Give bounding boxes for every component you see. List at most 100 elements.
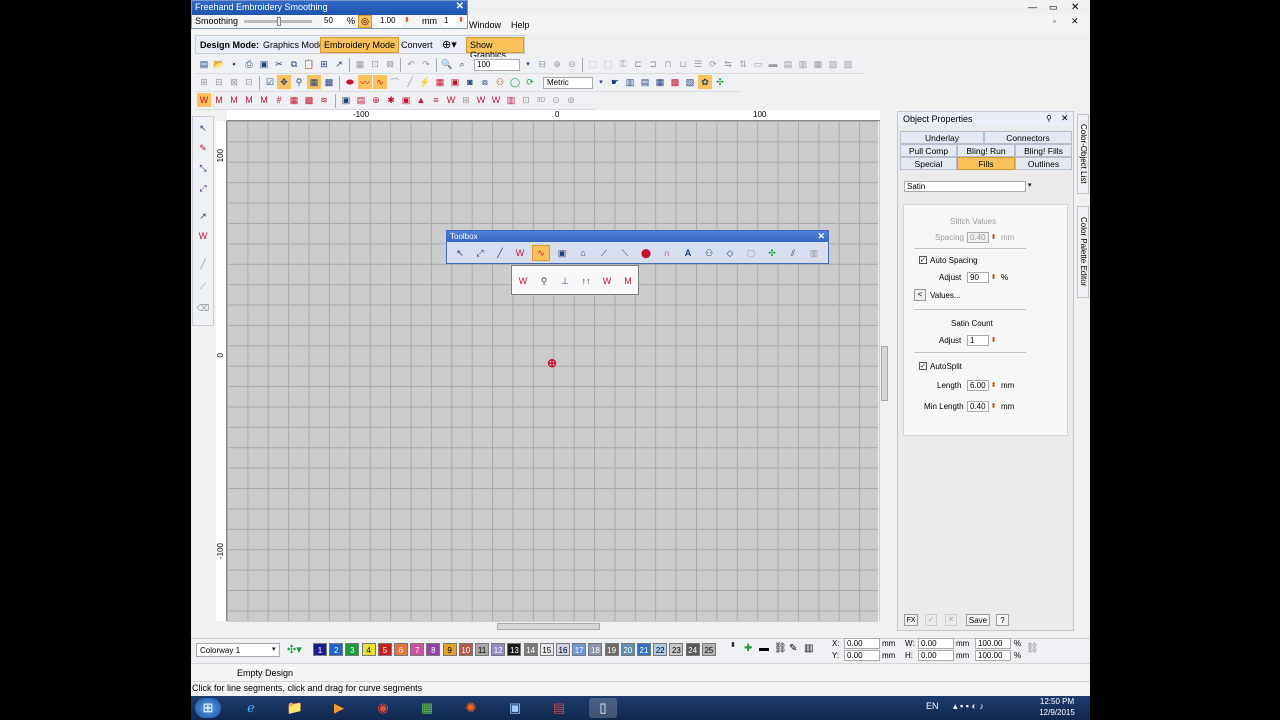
zoom-out-icon[interactable]: ⊖ (565, 57, 579, 71)
ruler-icon[interactable]: ▤ (638, 75, 652, 89)
calculator-icon[interactable]: ▦ (413, 698, 441, 718)
tab-special[interactable]: Special (900, 157, 957, 170)
autosplit-checkbox[interactable]: ✓ (919, 362, 927, 370)
undo-icon[interactable]: ↶ (404, 57, 418, 71)
design-info-icon[interactable]: ⊠ (383, 57, 397, 71)
guide-icon[interactable]: ⊠ (227, 75, 241, 89)
stitch-player-icon[interactable]: ▦ (353, 57, 367, 71)
shape-icon[interactable]: ⌂ (574, 245, 592, 261)
run-freehand-icon[interactable]: ⚲ (535, 274, 553, 288)
order-icon[interactable]: ▬ (766, 57, 780, 71)
prop-12-icon[interactable]: ▥ (504, 93, 518, 107)
spin-icon[interactable]: ⬍ (990, 272, 997, 283)
color-swatch[interactable]: 21 (637, 643, 651, 656)
tab-connectors[interactable]: Connectors (984, 131, 1072, 144)
table-icon[interactable]: ▦ (653, 75, 667, 89)
ie-icon[interactable]: ℯ (237, 698, 265, 718)
color-swatch[interactable]: 20 (620, 643, 635, 656)
tab-bling-run[interactable]: Bling! Run (957, 144, 1015, 157)
values-button[interactable]: Values... (930, 291, 961, 300)
maximize-icon[interactable]: ▭ (1049, 2, 1058, 13)
embroidery-app-icon[interactable]: ▯ (589, 698, 617, 718)
scroll-arrows-icon[interactable]: ⬍ (730, 641, 736, 649)
3d-icon[interactable]: 3D (534, 93, 548, 107)
applique-icon[interactable]: ▣ (448, 75, 462, 89)
color-swatch[interactable]: 24 (685, 643, 700, 656)
print-preview-icon[interactable]: ▣ (257, 57, 271, 71)
circle-icon[interactable]: ◯ (508, 75, 522, 89)
wave-fill-icon[interactable]: ≋ (317, 93, 331, 107)
flip-icon[interactable]: ⇆ (721, 57, 735, 71)
prop-6-icon[interactable]: ▲ (414, 93, 428, 107)
books-icon[interactable]: ▤ (545, 698, 573, 718)
ungroup-icon[interactable]: ⬚ (601, 57, 615, 71)
zoom-icon[interactable]: 🔍 (440, 57, 454, 71)
spin-icon[interactable]: ⬍ (990, 232, 997, 243)
motif-icon[interactable]: M (257, 93, 271, 107)
pen-icon[interactable]: ╱ (491, 245, 509, 261)
units-select[interactable]: Metric (543, 77, 593, 89)
smoothing-toggle-icon[interactable]: ◎ (358, 15, 372, 28)
measure-icon[interactable]: ▥ (623, 75, 637, 89)
wizard-icon[interactable]: ✣ (713, 75, 727, 89)
length-input[interactable]: 6.00 (967, 380, 989, 391)
save-button[interactable]: Save (966, 614, 990, 626)
color-swatch[interactable]: 11 (475, 643, 489, 656)
add-color-icon[interactable]: ✚ (744, 643, 752, 654)
eraser-icon[interactable]: ⌫ (196, 301, 210, 315)
design-canvas[interactable]: ⊕ (227, 121, 878, 621)
close-icon[interactable]: ✕ (1071, 16, 1079, 27)
checkbox-icon[interactable]: ☑ (263, 75, 277, 89)
people-icon[interactable]: ⚇ (493, 75, 507, 89)
remove-color-icon[interactable]: ▬ (759, 643, 769, 654)
photo-icon[interactable]: ◙ (463, 75, 477, 89)
folder-icon[interactable]: 📁 (281, 698, 309, 718)
chrome-icon[interactable]: ◉ (369, 698, 397, 718)
minimize-icon[interactable]: — (1028, 2, 1037, 12)
paste-icon[interactable]: 📋 (302, 57, 316, 71)
prop-2-icon[interactable]: ▤ (354, 93, 368, 107)
color-swatch[interactable]: 14 (523, 643, 538, 656)
color-swatch[interactable]: 9 (442, 643, 457, 656)
people-icon[interactable]: ⚇ (700, 245, 718, 261)
scroll-thumb[interactable] (881, 346, 888, 401)
network-icon[interactable]: ▣ (501, 698, 529, 718)
thread-icon[interactable]: ⛓ (774, 643, 787, 654)
open-icon[interactable]: 📂 (212, 57, 226, 71)
globe-icon[interactable]: ⊕▾ (438, 37, 461, 53)
back-icon[interactable]: ▥ (796, 57, 810, 71)
prop-1-icon[interactable]: ▣ (339, 93, 353, 107)
prop-15-icon[interactable]: ⊚ (564, 93, 578, 107)
color-swatch[interactable]: 15 (539, 643, 554, 656)
print-icon[interactable]: ⎙ (242, 57, 256, 71)
chevron-down-icon[interactable]: ▾ (521, 57, 535, 71)
prop-10-icon[interactable]: W (474, 93, 488, 107)
tab-pull-comp[interactable]: Pull Comp (900, 144, 957, 157)
h-input[interactable]: 0.00 (918, 650, 954, 661)
color-swatch[interactable]: 25 (701, 643, 716, 656)
pin-icon[interactable]: ⚲ (1046, 114, 1052, 123)
crosshatch-icon[interactable]: # (272, 93, 286, 107)
fill-type-select[interactable]: Satin (904, 181, 1026, 192)
close-icon[interactable]: ✕ (1061, 113, 1069, 124)
smoothing-slider[interactable] (244, 17, 312, 26)
slow-redraw-icon[interactable]: ⊡ (368, 57, 382, 71)
lock-ratio-icon[interactable]: ⛓ (1026, 643, 1039, 654)
mirror-icon[interactable]: ⇅ (736, 57, 750, 71)
chevron-down-icon[interactable]: ▾ (594, 75, 608, 89)
group-icon[interactable]: ⬚ (586, 57, 600, 71)
freehand-curve-icon[interactable]: ∿ (373, 75, 387, 89)
color-swatch[interactable]: 13 (507, 643, 522, 656)
reshape-icon[interactable]: ⤡ (196, 161, 210, 175)
chevron-down-icon[interactable]: ▾ (1028, 181, 1032, 189)
hoop-icon[interactable]: ⊟ (212, 75, 226, 89)
zoom-box-icon[interactable]: ⌕ (455, 57, 469, 71)
clock-time[interactable]: 12:50 PM (1037, 697, 1077, 706)
chevron-down-icon[interactable]: ▾ (272, 645, 276, 653)
cancel-icon[interactable]: ✕ (945, 614, 957, 626)
line-icon[interactable]: ╱ (403, 75, 417, 89)
tab-color-object-list[interactable]: Color-Object List (1077, 114, 1089, 194)
select-icon[interactable]: ✥ (277, 75, 291, 89)
color-fill-icon[interactable]: ▩ (322, 75, 336, 89)
texture-icon[interactable]: ✿ (698, 75, 712, 89)
